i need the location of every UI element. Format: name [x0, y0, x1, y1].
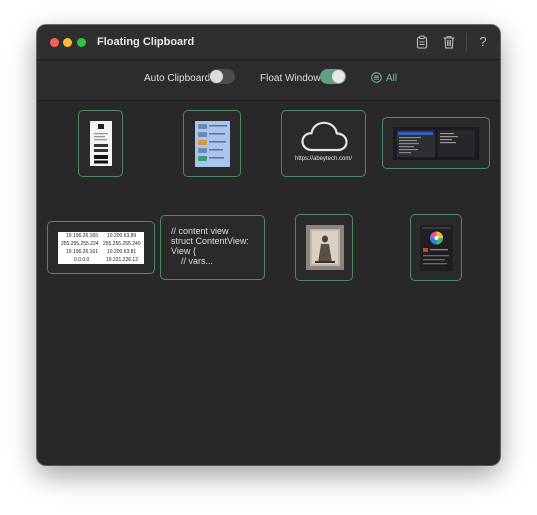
clip-card-color-picker[interactable] [410, 214, 462, 281]
clip-card-photo[interactable] [295, 214, 353, 281]
ip-cell: 10.221.226.12 [106, 257, 138, 263]
photo-thumbnail [306, 225, 344, 270]
clip-grid: https://abeytech.com/ 10.196.26.165 10.2… [37, 101, 500, 465]
float-window-toggle[interactable] [320, 69, 346, 84]
ip-cell: 10.196.26.161 [66, 249, 98, 255]
clip-card-code[interactable]: // content view struct ContentView: View… [160, 215, 265, 280]
clip-card-app-screenshot[interactable] [183, 110, 241, 177]
help-button[interactable]: ? [477, 34, 489, 49]
clip-url-text: https://abeytech.com/ [294, 156, 353, 162]
clipboard-icon[interactable] [415, 35, 429, 49]
desktop-screenshot-thumbnail [393, 127, 479, 160]
minimize-window-button[interactable] [63, 38, 72, 47]
title-bar: Floating Clipboard ? [37, 25, 500, 60]
cloud-icon [301, 121, 348, 152]
ip-cell: 10.196.26.165 [66, 233, 98, 239]
ip-cell: 10.200.63.81 [107, 249, 137, 255]
app-screenshot-thumbnail [195, 121, 230, 167]
ip-table-thumbnail: 10.196.26.165 10.200.63.89 255.255.255.2… [58, 232, 144, 264]
toolbar-divider [466, 33, 467, 52]
close-window-button[interactable] [50, 38, 59, 47]
window-title: Floating Clipboard [97, 36, 195, 48]
app-window: Floating Clipboard ? Auto Clipboard Floa… [37, 25, 500, 465]
phone-screenshot-thumbnail [90, 121, 112, 166]
filter-list-icon[interactable] [371, 72, 382, 83]
clip-card-desktop-screenshot[interactable] [382, 117, 490, 169]
float-window-label: Float Window [260, 73, 321, 84]
clip-code-text: // content view struct ContentView: View… [171, 226, 249, 266]
zoom-window-button[interactable] [77, 38, 86, 47]
auto-clipboard-toggle[interactable] [209, 69, 235, 84]
clip-card-phone-screenshot[interactable] [78, 110, 123, 177]
ip-cell: 10.200.63.89 [107, 233, 137, 239]
filter-all-button[interactable]: All [386, 73, 397, 84]
options-bar: Auto Clipboard Float Window All [37, 60, 500, 101]
ip-cell: 255.255.255.240 [103, 241, 141, 247]
clip-card-url[interactable]: https://abeytech.com/ [281, 110, 366, 177]
trash-icon[interactable] [442, 35, 456, 49]
ip-cell: 255.255.255.224 [61, 241, 99, 247]
clip-card-ip-table[interactable]: 10.196.26.165 10.200.63.89 255.255.255.2… [47, 221, 155, 274]
toggle-knob [332, 70, 345, 83]
toggle-knob [210, 70, 223, 83]
color-picker-thumbnail [420, 225, 453, 271]
auto-clipboard-label: Auto Clipboard [144, 73, 211, 84]
ip-cell: 0.0.0.0 [74, 257, 90, 263]
